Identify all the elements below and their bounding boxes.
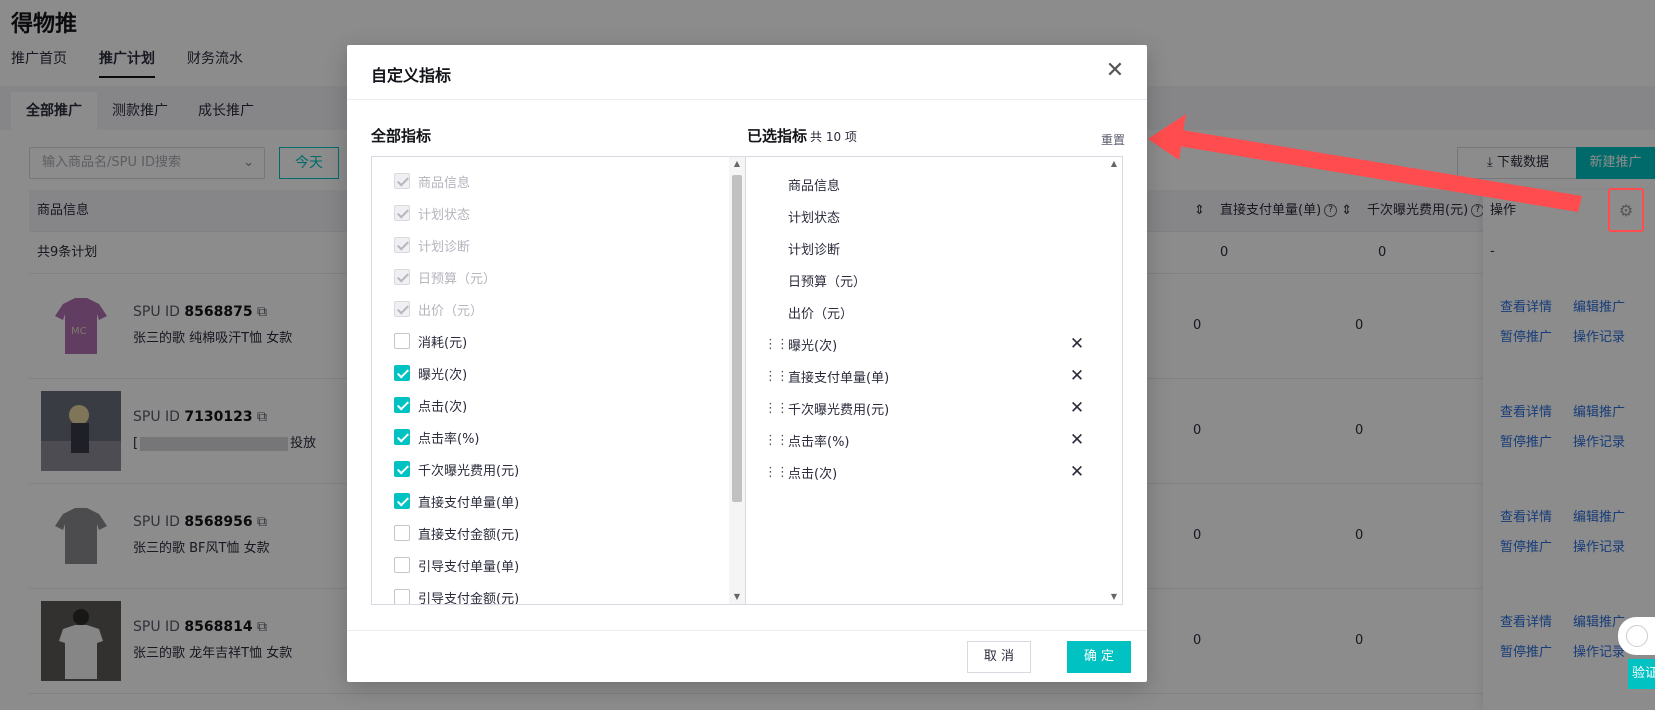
metric-option: 计划诊断 xyxy=(394,235,470,255)
scroll-down-icon[interactable]: ▼ xyxy=(1106,590,1122,604)
metric-option[interactable]: 引导支付单量(单) xyxy=(394,555,519,575)
metric-option[interactable]: 引导支付金额(元) xyxy=(394,587,519,604)
selected-metric[interactable]: ⋮⋮ 曝光(次) ✕ xyxy=(764,334,1086,354)
selected-metric[interactable]: ⋮⋮ 点击(次) ✕ xyxy=(764,462,1086,482)
metric-option: 日预算（元） xyxy=(394,267,496,287)
scroll-up-icon[interactable]: ▲ xyxy=(1106,157,1122,171)
selected-metric-fixed: 计划状态 xyxy=(788,210,841,226)
checkbox[interactable] xyxy=(394,429,410,445)
remove-icon[interactable]: ✕ xyxy=(1068,367,1086,385)
selected-metrics-title: 已选指标共 10 项 xyxy=(747,127,857,145)
metric-option[interactable]: 曝光(次) xyxy=(394,363,467,383)
metric-option[interactable]: 直接支付单量(单) xyxy=(394,491,519,511)
selected-count: 共 10 项 xyxy=(810,130,857,144)
verify-button[interactable]: 验证 xyxy=(1628,659,1655,689)
scroll-down-icon[interactable]: ▼ xyxy=(729,590,745,604)
checkbox[interactable] xyxy=(394,525,410,541)
selected-metrics-list[interactable]: 商品信息 计划状态 计划诊断 日预算（元） 出价（元） ⋮⋮ 曝光(次) ✕ ⋮⋮ 直… xyxy=(745,156,1123,605)
drag-handle-icon[interactable]: ⋮⋮ xyxy=(764,433,789,448)
remove-icon[interactable]: ✕ xyxy=(1068,335,1086,353)
metric-option[interactable]: 直接支付金额(元) xyxy=(394,523,519,543)
checkbox[interactable] xyxy=(394,365,410,381)
scroll-up-icon[interactable]: ▲ xyxy=(729,157,745,171)
modal-footer: 取 消 确 定 xyxy=(347,630,1147,682)
drag-handle-icon[interactable]: ⋮⋮ xyxy=(764,337,789,352)
drag-handle-icon[interactable]: ⋮⋮ xyxy=(764,369,789,384)
checkbox xyxy=(394,205,410,221)
drag-handle-icon[interactable]: ⋮⋮ xyxy=(764,465,789,480)
checkbox[interactable] xyxy=(394,589,410,604)
all-metrics-list[interactable]: 商品信息 计划状态 计划诊断 日预算（元） 出价（元） 消耗(元) 曝光(次) … xyxy=(371,156,746,605)
selected-metric[interactable]: ⋮⋮ 千次曝光费用(元) ✕ xyxy=(764,398,1086,418)
checkbox xyxy=(394,237,410,253)
scrollbar[interactable]: ▲ ▼ xyxy=(1106,157,1122,604)
metric-option[interactable]: 点击(次) xyxy=(394,395,467,415)
selected-metric-fixed: 出价（元） xyxy=(788,306,854,322)
metric-option[interactable]: 点击率(%) xyxy=(394,427,480,447)
checkbox xyxy=(394,301,410,317)
remove-icon[interactable]: ✕ xyxy=(1068,431,1086,449)
toggle-knob xyxy=(1626,625,1648,647)
checkbox[interactable] xyxy=(394,493,410,509)
metric-option[interactable]: 千次曝光费用(元) xyxy=(394,459,519,479)
confirm-button[interactable]: 确 定 xyxy=(1067,641,1131,673)
selected-metric-fixed: 日预算（元） xyxy=(788,274,867,290)
checkbox[interactable] xyxy=(394,557,410,573)
modal-title: 自定义指标 xyxy=(371,66,452,85)
gear-icon[interactable]: ⚙ xyxy=(1608,188,1644,232)
scrollbar[interactable]: ▲ ▼ xyxy=(729,157,745,604)
checkbox[interactable] xyxy=(394,397,410,413)
selected-metric[interactable]: ⋮⋮ 点击率(%) ✕ xyxy=(764,430,1086,450)
selected-metric-fixed: 商品信息 xyxy=(788,178,841,194)
metric-option[interactable]: 消耗(元) xyxy=(394,331,467,351)
selected-metric-fixed: 计划诊断 xyxy=(788,242,841,258)
checkbox xyxy=(394,173,410,189)
reset-link[interactable]: 重置 xyxy=(1101,131,1125,148)
cancel-button[interactable]: 取 消 xyxy=(967,641,1031,673)
drag-handle-icon[interactable]: ⋮⋮ xyxy=(764,401,789,416)
metric-option: 出价（元） xyxy=(394,299,483,319)
checkbox[interactable] xyxy=(394,461,410,477)
metric-option: 计划状态 xyxy=(394,203,470,223)
checkbox xyxy=(394,269,410,285)
custom-metrics-modal: 自定义指标 ✕ 全部指标 已选指标共 10 项 重置 商品信息 计划状态 计划诊… xyxy=(347,45,1147,682)
metric-option: 商品信息 xyxy=(394,171,470,191)
selected-metric[interactable]: ⋮⋮ 直接支付单量(单) ✕ xyxy=(764,366,1086,386)
floating-toggle[interactable] xyxy=(1618,617,1655,655)
all-metrics-title: 全部指标 xyxy=(371,127,432,145)
scroll-thumb[interactable] xyxy=(732,175,742,502)
modal-header: 自定义指标 ✕ xyxy=(347,45,1147,100)
checkbox[interactable] xyxy=(394,333,410,349)
remove-icon[interactable]: ✕ xyxy=(1068,463,1086,481)
close-icon[interactable]: ✕ xyxy=(1103,59,1127,83)
remove-icon[interactable]: ✕ xyxy=(1068,399,1086,417)
